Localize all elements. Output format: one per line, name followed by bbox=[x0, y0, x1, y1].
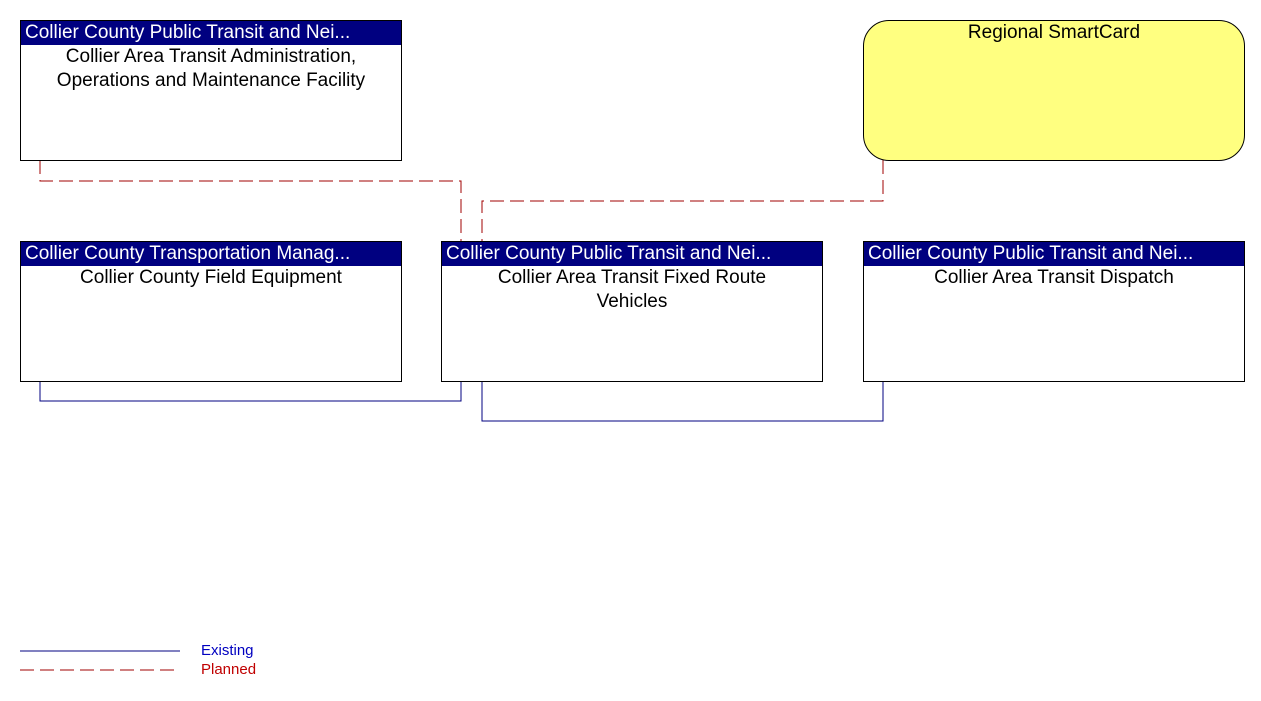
connector-vehicles-dispatch-existing bbox=[481, 381, 884, 422]
node-header: Collier County Public Transit and Nei... bbox=[21, 21, 401, 45]
node-header: Collier County Public Transit and Nei... bbox=[442, 242, 822, 266]
connector-smartcard-vehicles-planned bbox=[481, 160, 884, 241]
legend-planned-label: Planned bbox=[201, 661, 257, 678]
node-label: Regional SmartCard bbox=[967, 22, 1141, 43]
node-label: Collier Area Transit Administration, Ope… bbox=[56, 46, 366, 91]
node-header: Collier County Transportation Manag... bbox=[21, 242, 401, 266]
node-regional-smartcard[interactable]: Regional SmartCard bbox=[863, 20, 1245, 161]
legend-existing-label: Existing bbox=[201, 642, 254, 659]
node-label: Collier Area Transit Dispatch bbox=[934, 267, 1174, 288]
node-header: Collier County Public Transit and Nei... bbox=[864, 242, 1244, 266]
connector-field-vehicles-existing bbox=[39, 381, 462, 402]
node-fixed-route-vehicles[interactable]: Collier County Public Transit and Nei...… bbox=[441, 241, 823, 382]
node-transit-dispatch[interactable]: Collier County Public Transit and Nei...… bbox=[863, 241, 1245, 382]
connector-admin-vehicles-planned bbox=[39, 160, 462, 241]
node-label: Collier Area Transit Fixed Route Vehicle… bbox=[497, 267, 767, 312]
node-admin-facility[interactable]: Collier County Public Transit and Nei...… bbox=[20, 20, 402, 161]
node-field-equipment[interactable]: Collier County Transportation Manag... C… bbox=[20, 241, 402, 382]
node-label: Collier County Field Equipment bbox=[80, 267, 342, 288]
